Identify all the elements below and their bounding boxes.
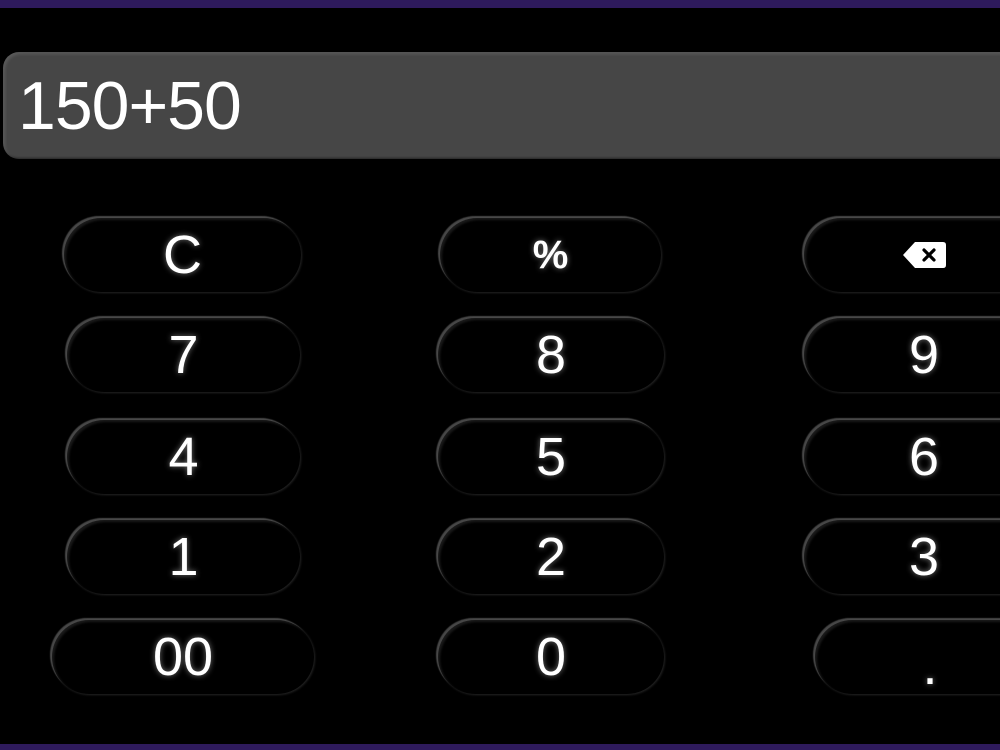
display-expression: 150+50 bbox=[18, 67, 242, 144]
digit-9-button[interactable]: 9 bbox=[804, 318, 1000, 392]
top-accent-bar bbox=[0, 0, 1000, 8]
percent-button[interactable]: % bbox=[440, 218, 661, 292]
percent-label: % bbox=[532, 232, 569, 277]
calculator-display: 150+50 bbox=[3, 52, 1000, 159]
digit-3-button[interactable]: 3 bbox=[804, 520, 1000, 594]
digit-2-label: 2 bbox=[535, 527, 567, 587]
digit-5-button[interactable]: 5 bbox=[438, 420, 664, 494]
clear-button[interactable]: C bbox=[64, 218, 301, 292]
digit-9-label: 9 bbox=[908, 325, 940, 385]
digit-6-label: 6 bbox=[908, 427, 940, 487]
double-zero-button[interactable]: 00 bbox=[52, 620, 314, 694]
backspace-icon bbox=[903, 242, 946, 268]
backspace-button[interactable] bbox=[804, 218, 1000, 292]
digit-8-button[interactable]: 8 bbox=[438, 318, 664, 392]
calculator-app: 150+50 C % 7 8 9 4 5 6 1 2 3 00 0 . bbox=[0, 0, 1000, 750]
digit-1-button[interactable]: 1 bbox=[67, 520, 300, 594]
digit-0-button[interactable]: 0 bbox=[438, 620, 664, 694]
clear-label: C bbox=[163, 225, 202, 285]
digit-8-label: 8 bbox=[535, 325, 567, 385]
digit-0-label: 0 bbox=[535, 627, 567, 687]
digit-3-label: 3 bbox=[908, 527, 940, 587]
decimal-button[interactable]: . bbox=[815, 620, 1000, 696]
digit-5-label: 5 bbox=[535, 427, 567, 487]
digit-2-button[interactable]: 2 bbox=[438, 520, 664, 594]
digit-4-label: 4 bbox=[168, 427, 199, 487]
double-zero-label: 00 bbox=[152, 627, 214, 687]
bottom-accent-bar bbox=[0, 744, 1000, 750]
digit-4-button[interactable]: 4 bbox=[67, 420, 300, 494]
digit-1-label: 1 bbox=[168, 527, 199, 587]
digit-7-button[interactable]: 7 bbox=[67, 318, 300, 392]
digit-7-label: 7 bbox=[168, 325, 199, 385]
digit-6-button[interactable]: 6 bbox=[804, 420, 1000, 494]
decimal-label: . bbox=[922, 636, 938, 696]
